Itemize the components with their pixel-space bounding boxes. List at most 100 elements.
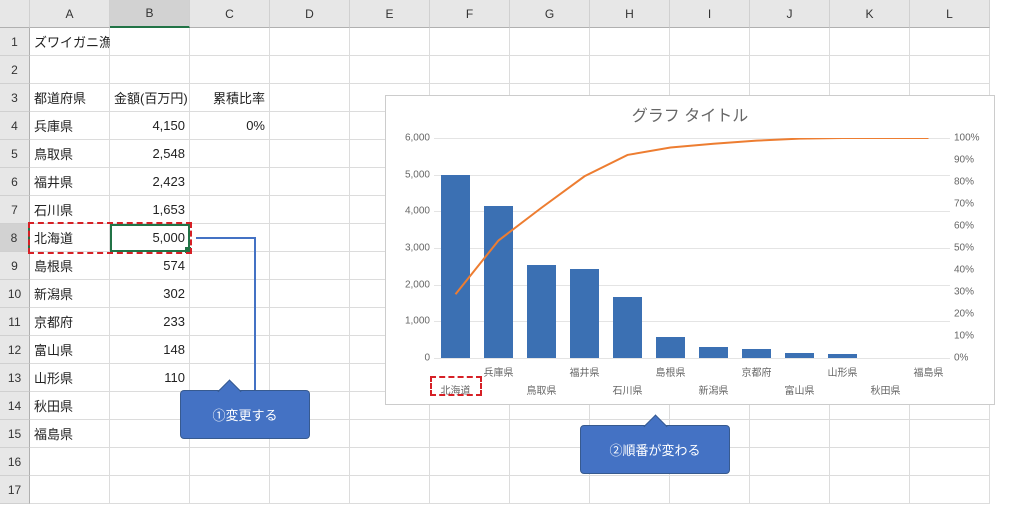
cell[interactable]: 148	[110, 336, 190, 364]
cell[interactable]	[30, 448, 110, 476]
cell[interactable]	[510, 56, 590, 84]
cell[interactable]	[110, 420, 190, 448]
cell[interactable]	[590, 28, 670, 56]
row-header[interactable]: 12	[0, 336, 30, 364]
cell[interactable]: 北海道	[30, 224, 110, 252]
cell[interactable]: 金額(百万円)	[110, 84, 190, 112]
cell[interactable]: 山形県	[30, 364, 110, 392]
cell[interactable]	[190, 336, 270, 364]
cell[interactable]	[270, 364, 350, 392]
column-header[interactable]: H	[590, 0, 670, 28]
cell[interactable]: 島根県	[30, 252, 110, 280]
cell[interactable]	[270, 336, 350, 364]
cell[interactable]	[350, 56, 430, 84]
cell[interactable]: 5,000	[110, 224, 190, 252]
row-header[interactable]: 2	[0, 56, 30, 84]
column-header[interactable]: K	[830, 0, 910, 28]
row-header[interactable]: 16	[0, 448, 30, 476]
cell[interactable]	[510, 476, 590, 504]
cell[interactable]: 302	[110, 280, 190, 308]
row-header[interactable]: 1	[0, 28, 30, 56]
chart[interactable]: グラフ タイトル 01,0002,0003,0004,0005,0006,000…	[385, 95, 995, 405]
cell[interactable]	[270, 252, 350, 280]
cell[interactable]	[190, 448, 270, 476]
cell[interactable]	[350, 28, 430, 56]
cell[interactable]: 石川県	[30, 196, 110, 224]
cell[interactable]: 574	[110, 252, 190, 280]
cell[interactable]: 福島県	[30, 420, 110, 448]
cell[interactable]	[270, 28, 350, 56]
cell[interactable]	[670, 28, 750, 56]
cell[interactable]: 富山県	[30, 336, 110, 364]
cell[interactable]	[30, 476, 110, 504]
cell[interactable]: 都道府県	[30, 84, 110, 112]
cell[interactable]	[190, 252, 270, 280]
cell[interactable]	[110, 476, 190, 504]
cell[interactable]	[270, 140, 350, 168]
cell[interactable]	[190, 140, 270, 168]
cell[interactable]: 4,150	[110, 112, 190, 140]
row-header[interactable]: 14	[0, 392, 30, 420]
column-header[interactable]: C	[190, 0, 270, 28]
cell[interactable]	[110, 448, 190, 476]
cell[interactable]	[750, 420, 830, 448]
cell[interactable]	[270, 308, 350, 336]
cell[interactable]	[670, 56, 750, 84]
column-header[interactable]: A	[30, 0, 110, 28]
cell[interactable]	[190, 196, 270, 224]
cell[interactable]	[830, 56, 910, 84]
cell[interactable]	[110, 28, 190, 56]
cell[interactable]	[590, 56, 670, 84]
cell[interactable]	[670, 476, 750, 504]
cell[interactable]: 秋田県	[30, 392, 110, 420]
cell[interactable]	[270, 196, 350, 224]
row-header[interactable]: 6	[0, 168, 30, 196]
cell[interactable]: 兵庫県	[30, 112, 110, 140]
cell[interactable]	[590, 476, 670, 504]
column-header[interactable]: F	[430, 0, 510, 28]
cell[interactable]	[190, 280, 270, 308]
cell[interactable]	[910, 476, 990, 504]
cell[interactable]	[270, 476, 350, 504]
row-header[interactable]: 10	[0, 280, 30, 308]
column-header[interactable]: G	[510, 0, 590, 28]
cell[interactable]	[110, 56, 190, 84]
cell[interactable]	[350, 476, 430, 504]
cell[interactable]	[270, 56, 350, 84]
column-header[interactable]: L	[910, 0, 990, 28]
cell[interactable]: 0%	[190, 112, 270, 140]
column-header[interactable]: J	[750, 0, 830, 28]
cell[interactable]	[110, 392, 190, 420]
cell[interactable]: 1,653	[110, 196, 190, 224]
cell[interactable]	[910, 28, 990, 56]
cell[interactable]	[190, 168, 270, 196]
cell[interactable]	[190, 308, 270, 336]
cell[interactable]: 2,548	[110, 140, 190, 168]
cell[interactable]: 新潟県	[30, 280, 110, 308]
cell[interactable]	[430, 476, 510, 504]
cell[interactable]: 京都府	[30, 308, 110, 336]
cell[interactable]	[270, 448, 350, 476]
cell[interactable]	[430, 448, 510, 476]
row-header[interactable]: 17	[0, 476, 30, 504]
row-header[interactable]: 7	[0, 196, 30, 224]
cell[interactable]: 110	[110, 364, 190, 392]
cell[interactable]	[910, 448, 990, 476]
cell[interactable]	[910, 56, 990, 84]
cell[interactable]	[510, 420, 590, 448]
cell[interactable]	[910, 420, 990, 448]
cell[interactable]	[190, 28, 270, 56]
cell[interactable]	[270, 224, 350, 252]
cell[interactable]	[830, 28, 910, 56]
row-header[interactable]: 13	[0, 364, 30, 392]
row-header[interactable]: 9	[0, 252, 30, 280]
cell[interactable]	[830, 448, 910, 476]
column-header[interactable]: B	[110, 0, 190, 28]
row-header[interactable]: 15	[0, 420, 30, 448]
cell[interactable]	[750, 28, 830, 56]
cell[interactable]	[830, 420, 910, 448]
cell[interactable]	[350, 420, 430, 448]
row-header[interactable]: 5	[0, 140, 30, 168]
cell[interactable]: 2,423	[110, 168, 190, 196]
cell[interactable]	[190, 476, 270, 504]
